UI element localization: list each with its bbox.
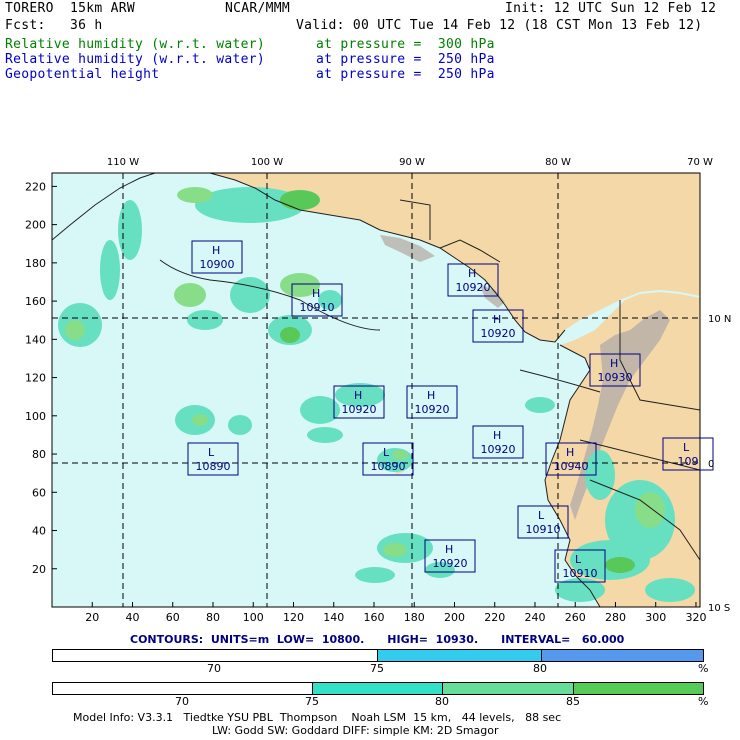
colorbar2-tick-80: 80 bbox=[435, 695, 449, 708]
longitude-labels: 110 W 100 W 90 W 80 W 70 W bbox=[107, 157, 713, 168]
y-tick-label: 220 bbox=[25, 180, 46, 193]
y-tick-label: 180 bbox=[25, 257, 46, 270]
center-height-value: 10920 bbox=[433, 557, 468, 570]
x-tick-label: 200 bbox=[444, 611, 465, 624]
center-height-value: 10920 bbox=[456, 281, 491, 294]
colorbar-rh-250-seg-0 bbox=[53, 650, 378, 661]
y-tick-label: 80 bbox=[32, 448, 46, 461]
center-height-value: 10940 bbox=[554, 460, 589, 473]
center-type-label: H bbox=[493, 429, 501, 442]
center-type-label: H bbox=[468, 267, 476, 280]
x-tick-label: 240 bbox=[524, 611, 545, 624]
colorbar-rh-300-seg-1 bbox=[312, 683, 444, 694]
y-tick-label: 120 bbox=[25, 372, 46, 385]
colorbar-rh-300 bbox=[52, 682, 704, 695]
center-height-value: 10910 bbox=[300, 301, 335, 314]
colorbar-rh-300-seg-3 bbox=[573, 683, 704, 694]
center-height-value: 10930 bbox=[598, 371, 633, 384]
center-height-value: 10920 bbox=[481, 443, 516, 456]
x-tick-label: 260 bbox=[565, 611, 586, 624]
colorbar-rh-250 bbox=[52, 649, 704, 662]
colorbar1-tick-70: 70 bbox=[207, 662, 221, 675]
x-tick-label: 220 bbox=[484, 611, 505, 624]
longitude-label: 90 W bbox=[399, 157, 425, 168]
colorbar-rh-250-seg-1 bbox=[378, 650, 542, 661]
x-tick-label: 20 bbox=[85, 611, 99, 624]
x-tick-label: 120 bbox=[283, 611, 304, 624]
x-tick-label: 100 bbox=[243, 611, 264, 624]
center-height-value: 10920 bbox=[481, 327, 516, 340]
x-tick-label: 280 bbox=[605, 611, 626, 624]
center-height-value: 109 bbox=[678, 455, 699, 468]
model-info-line1: Model Info: V3.3.1 Tiedtke YSU PBL Thomp… bbox=[73, 711, 562, 724]
center-height-value: 10890 bbox=[371, 460, 406, 473]
latitude-label: 0 bbox=[708, 459, 714, 470]
x-tick-label: 60 bbox=[166, 611, 180, 624]
colorbar1-tick-80: 80 bbox=[533, 662, 547, 675]
longitude-label: 80 W bbox=[545, 157, 571, 168]
center-type-label: L bbox=[575, 553, 582, 566]
y-tick-label: 40 bbox=[32, 525, 46, 538]
latitude-labels: 10 N 0 10 S bbox=[708, 314, 731, 614]
center-type-label: H bbox=[493, 313, 501, 326]
center-height-value: 10900 bbox=[200, 258, 235, 271]
x-tick-label: 320 bbox=[685, 611, 706, 624]
model-info-line2: LW: Godd SW: Goddard DIFF: simple KM: 2D… bbox=[212, 724, 499, 737]
y-tick-label: 160 bbox=[25, 295, 46, 308]
y-tick-label: 20 bbox=[32, 563, 46, 576]
center-type-label: L bbox=[538, 509, 545, 522]
center-type-label: H bbox=[610, 357, 618, 370]
longitude-label: 70 W bbox=[687, 157, 713, 168]
colorbar2-tick-75: 75 bbox=[305, 695, 319, 708]
colorbar-rh-250-seg-2 bbox=[541, 650, 703, 661]
center-type-label: H bbox=[212, 244, 220, 257]
x-tick-label: 160 bbox=[363, 611, 384, 624]
latitude-label: 10 N bbox=[708, 314, 731, 325]
colorbar-rh-300-seg-2 bbox=[443, 683, 574, 694]
x-tick-label: 140 bbox=[323, 611, 344, 624]
center-height-value: 10910 bbox=[563, 567, 598, 580]
contour-info: CONTOURS: UNITS=m LOW= 10800. HIGH= 1093… bbox=[130, 633, 625, 646]
center-type-label: H bbox=[566, 446, 574, 459]
center-type-label: H bbox=[354, 389, 362, 402]
y-tick-label: 140 bbox=[25, 333, 46, 346]
x-tick-label: 180 bbox=[404, 611, 425, 624]
colorbar2-unit: % bbox=[698, 695, 709, 708]
colorbar-rh-300-seg-0 bbox=[53, 683, 313, 694]
center-type-label: L bbox=[683, 441, 690, 454]
center-type-label: L bbox=[208, 446, 215, 459]
center-height-value: 10890 bbox=[196, 460, 231, 473]
center-type-label: L bbox=[383, 446, 390, 459]
x-tick-label: 80 bbox=[206, 611, 220, 624]
center-height-value: 10920 bbox=[342, 403, 377, 416]
y-tick-label: 100 bbox=[25, 410, 46, 423]
forecast-map: H10900H10910H10920H10920H10920H10920H109… bbox=[25, 157, 731, 624]
x-tick-label: 300 bbox=[645, 611, 666, 624]
longitude-label: 100 W bbox=[251, 157, 283, 168]
colorbar1-tick-75: 75 bbox=[370, 662, 384, 675]
colorbar2-tick-70: 70 bbox=[175, 695, 189, 708]
center-type-label: H bbox=[427, 389, 435, 402]
colorbar1-unit: % bbox=[698, 662, 709, 675]
center-height-value: 10910 bbox=[526, 523, 561, 536]
center-type-label: H bbox=[445, 543, 453, 556]
x-tick-label: 40 bbox=[125, 611, 139, 624]
longitude-label: 110 W bbox=[107, 157, 139, 168]
center-type-label: H bbox=[312, 287, 320, 300]
colorbar2-tick-85: 85 bbox=[566, 695, 580, 708]
y-tick-label: 60 bbox=[32, 486, 46, 499]
y-tick-label: 200 bbox=[25, 219, 46, 232]
latitude-label: 10 S bbox=[708, 603, 730, 614]
center-height-value: 10920 bbox=[415, 403, 450, 416]
